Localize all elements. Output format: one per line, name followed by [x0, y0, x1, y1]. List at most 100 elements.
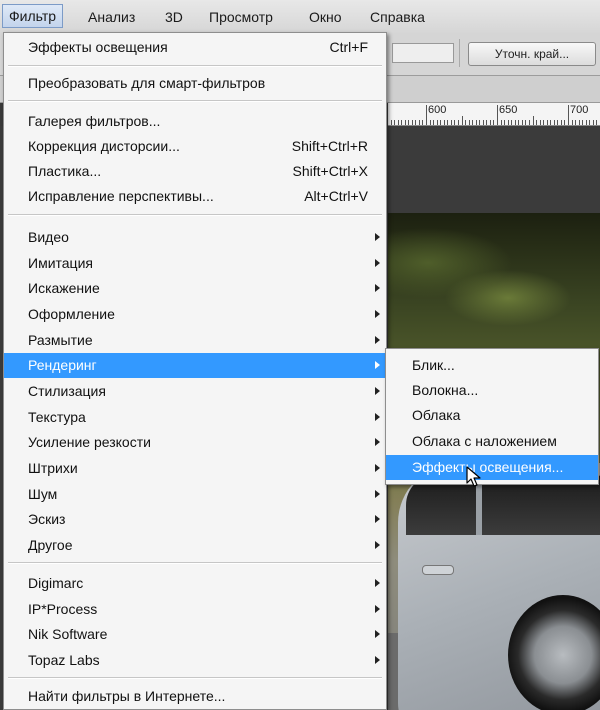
menu-item-liquify[interactable]: Пластика... Shift+Ctrl+X	[4, 159, 386, 184]
ruler-tick	[450, 120, 452, 125]
menu-item-blur[interactable]: Размытие	[4, 328, 386, 353]
menu-item-other[interactable]: Другое	[4, 533, 386, 558]
ruler-label: 600	[428, 104, 447, 116]
menu-item-label: Найти фильтры в Интернете...	[28, 688, 226, 704]
menu-item-filter-gallery[interactable]: Галерея фильтров...	[4, 109, 386, 134]
menu-item-ipprocess[interactable]: IP*Process	[4, 597, 386, 622]
submenu-item-label: Облака с наложением	[412, 433, 557, 449]
submenu-item-label: Эффекты освещения...	[412, 459, 564, 475]
render-submenu: Блик... Волокна... Облака Облака с налож…	[385, 348, 599, 485]
ruler-tick	[543, 120, 545, 125]
menu-item-label: Искажение	[28, 280, 100, 296]
menu-item-lens-correction[interactable]: Коррекция дисторсии... Shift+Ctrl+R	[4, 134, 386, 159]
menu-item-browse-filters-online[interactable]: Найти фильтры в Интернете...	[4, 684, 386, 709]
ruler-tick	[592, 120, 594, 125]
menu-item-label: Преобразовать для смарт-фильтров	[28, 75, 266, 91]
ruler-tick	[457, 120, 459, 125]
ruler-tick	[521, 120, 523, 125]
menu-view[interactable]: Просмотр	[209, 9, 273, 25]
ruler-tick	[429, 120, 431, 125]
menu-item-label: Исправление перспективы...	[28, 188, 214, 204]
ruler-tick	[397, 120, 399, 125]
menu-separator	[8, 100, 382, 102]
submenu-arrow-icon	[375, 413, 380, 421]
submenu-item-difference-clouds[interactable]: Облака с наложением	[386, 429, 598, 454]
menu-item-brush-strokes[interactable]: Штрихи	[4, 456, 386, 481]
menu-item-label: Галерея фильтров...	[28, 113, 161, 129]
ruler-tick	[546, 120, 548, 125]
filter-menu: Эффекты освещения Ctrl+F Преобразовать д…	[3, 32, 387, 710]
ruler-tick	[468, 120, 470, 125]
menu-item-vanishing-point[interactable]: Исправление перспективы... Alt+Ctrl+V	[4, 184, 386, 209]
menu-item-topaz-labs[interactable]: Topaz Labs	[4, 648, 386, 673]
menu-item-label: Другое	[28, 537, 73, 553]
submenu-item-lens-flare[interactable]: Блик...	[386, 353, 598, 378]
menu-separator	[8, 677, 382, 679]
menu-item-digimarc[interactable]: Digimarc	[4, 571, 386, 596]
ruler-tick	[518, 120, 520, 125]
ruler-tick	[514, 120, 516, 125]
ruler-tick	[472, 120, 474, 125]
menu-analysis[interactable]: Анализ	[88, 9, 135, 25]
menu-item-label: Имитация	[28, 255, 93, 271]
ruler-tick	[582, 120, 584, 125]
submenu-arrow-icon	[375, 515, 380, 523]
menu-item-sketch[interactable]: Эскиз	[4, 507, 386, 532]
ruler-tick	[443, 120, 445, 125]
menu-3d[interactable]: 3D	[165, 9, 183, 25]
menu-filter[interactable]: Фильтр	[2, 4, 64, 28]
menu-item-artistic[interactable]: Имитация	[4, 251, 386, 276]
ruler-tick	[585, 120, 587, 125]
menu-item-convert-smart[interactable]: Преобразовать для смарт-фильтров	[4, 71, 386, 96]
ruler-tick	[465, 120, 467, 125]
ruler-tick	[571, 120, 573, 125]
ruler-tick	[536, 120, 538, 125]
ruler-tick	[408, 120, 410, 125]
menu-item-shortcut: Alt+Ctrl+V	[304, 188, 368, 204]
submenu-item-label: Блик...	[412, 357, 455, 373]
menu-item-label: Digimarc	[28, 575, 84, 591]
ruler-tick	[418, 120, 420, 125]
ruler-tick	[500, 120, 502, 125]
submenu-item-label: Облака	[412, 407, 461, 423]
menu-item-label: IP*Process	[28, 601, 98, 617]
option-field[interactable]	[392, 43, 454, 63]
refine-edge-button[interactable]: Уточн. край...	[468, 42, 596, 66]
ruler-tick	[564, 120, 566, 125]
ruler-tick	[433, 120, 435, 125]
ruler-tick	[475, 120, 477, 125]
ruler-tick	[550, 120, 552, 125]
menu-separator	[8, 562, 382, 564]
submenu-arrow-icon	[375, 310, 380, 318]
submenu-item-label: Волокна...	[412, 382, 479, 398]
menu-item-last-filter[interactable]: Эффекты освещения Ctrl+F	[4, 35, 386, 60]
submenu-item-fibers[interactable]: Волокна...	[386, 378, 598, 403]
menu-item-sharpen[interactable]: Усиление резкости	[4, 430, 386, 455]
ruler-label: 650	[499, 104, 518, 116]
menu-item-stylize[interactable]: Стилизация	[4, 379, 386, 404]
submenu-arrow-icon	[375, 605, 380, 613]
menu-item-video[interactable]: Видео	[4, 225, 386, 250]
car-door-handle	[422, 565, 454, 575]
submenu-arrow-icon	[375, 541, 380, 549]
menu-item-label: Оформление	[28, 306, 115, 322]
menu-item-distort[interactable]: Искажение	[4, 276, 386, 301]
ruler-tick	[479, 120, 481, 125]
submenu-arrow-icon	[375, 438, 380, 446]
menu-item-noise[interactable]: Шум	[4, 482, 386, 507]
menu-item-nik-software[interactable]: Nik Software	[4, 622, 386, 647]
menu-window[interactable]: Окно	[309, 9, 342, 25]
submenu-arrow-icon	[375, 464, 380, 472]
submenu-item-lighting-effects[interactable]: Эффекты освещения...	[386, 455, 598, 480]
menu-item-label: Видео	[28, 229, 69, 245]
menu-item-texture[interactable]: Текстура	[4, 405, 386, 430]
menu-item-render[interactable]: Рендеринг	[4, 353, 386, 378]
submenu-item-clouds[interactable]: Облака	[386, 403, 598, 428]
menu-help[interactable]: Справка	[370, 9, 425, 25]
menu-item-pixelate[interactable]: Оформление	[4, 302, 386, 327]
menu-item-label: Коррекция дисторсии...	[28, 138, 180, 154]
ruler-tick	[489, 120, 491, 125]
menu-item-label: Эскиз	[28, 511, 66, 527]
horizontal-ruler[interactable]: 600 650 700	[388, 103, 600, 126]
menu-item-shortcut: Shift+Ctrl+X	[292, 163, 368, 179]
